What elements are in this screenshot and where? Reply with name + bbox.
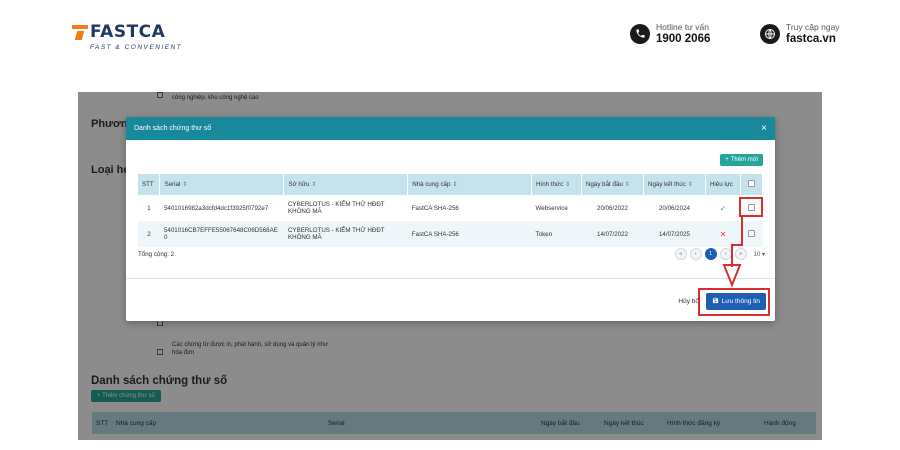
sort-icon: ⇕ — [687, 182, 693, 188]
col-end[interactable]: Ngày kết thúc ⇕ — [643, 174, 706, 195]
sort-icon: ⇕ — [452, 182, 458, 188]
chevron-down-icon: ▾ — [761, 251, 765, 258]
hotline-contact: Hotline tư vấn 1900 2066 — [630, 22, 710, 45]
prev-page-button[interactable]: ‹ — [689, 248, 702, 260]
col-owner[interactable]: Sở hữu ⇕ — [283, 174, 409, 195]
close-icon[interactable]: × — [761, 123, 767, 134]
certificate-table: STT Serial ⇕ Sở hữu ⇕ Nhà cung cấp ⇕ Hình t… — [138, 174, 764, 247]
col-provider[interactable]: Nhà cung cấp ⇕ — [407, 174, 533, 195]
table-row[interactable]: 1 5401016982a3dcfd4dc1f3925f0792e7 CYBER… — [138, 195, 763, 221]
modal-footer-divider — [126, 278, 775, 279]
cell-start: 20/06/2022 — [597, 204, 628, 212]
logo-text: FASTCA — [90, 22, 166, 42]
total-count: Tổng cộng: 2 — [138, 251, 175, 258]
sort-icon: ⇕ — [624, 182, 630, 188]
highlight-checkbox-box — [739, 197, 763, 217]
globe-icon — [760, 23, 780, 44]
cell-form: Webservice — [535, 204, 568, 212]
cell-end: 14/07/2025 — [643, 221, 706, 247]
website-label: Truy cập ngay — [786, 22, 840, 32]
cell-owner: CYBERLOTUS - KIỂM THỬ HĐĐT KHÔNG MÃ — [287, 201, 385, 215]
add-new-label: Thêm mới — [730, 157, 758, 163]
sort-icon: ⇕ — [182, 182, 188, 188]
col-start[interactable]: Ngày bắt đầu ⇕ — [581, 174, 644, 195]
website-contact: Truy cập ngay fastca.vn — [760, 22, 840, 45]
cell-serial: 5401016982a3dcfd4dc1f3925f0792e7 — [163, 204, 269, 212]
phone-icon — [630, 23, 650, 44]
table-header-row: STT Serial ⇕ Sở hữu ⇕ Nhà cung cấp ⇕ Hình t… — [138, 174, 764, 195]
select-all-checkbox[interactable] — [747, 180, 755, 187]
cell-end: 20/06/2024 — [658, 204, 690, 212]
cell-serial: 5401016CB7EFFE55067648C06D568AE 0 — [159, 221, 284, 247]
col-serial[interactable]: Serial ⇕ — [159, 174, 285, 195]
certificate-list-modal: Danh sách chứng thư số × + Thêm mới STT … — [126, 117, 775, 321]
cell-owner: CYBERLOTUS - KIỂM THỬ HĐĐT KHÔNG MÃ — [283, 221, 408, 247]
logo-wordmark: FASTCA — [72, 22, 182, 42]
plus-icon: + — [725, 157, 729, 163]
cell-form: Token — [531, 221, 582, 247]
modal-header: Danh sách chứng thư số × — [126, 117, 775, 140]
sort-icon: ⇕ — [565, 182, 571, 188]
check-icon: ✓ — [719, 203, 727, 213]
page-1-button[interactable]: 1 — [704, 248, 717, 260]
col-form[interactable]: Hình thức ⇕ — [531, 174, 583, 195]
col-stt: STT — [138, 174, 161, 195]
add-new-button[interactable]: + Thêm mới — [720, 154, 763, 166]
first-page-button[interactable]: « — [674, 248, 687, 260]
hotline-label: Hotline tư vấn — [656, 22, 709, 32]
highlight-save-box — [698, 288, 770, 316]
cell-stt: 1 — [147, 204, 151, 212]
col-valid: Hiệu lực — [705, 174, 741, 195]
cancel-button[interactable]: Hủy bỏ — [678, 298, 699, 305]
fastca-logo: FASTCA FAST & CONVENIENT — [72, 22, 182, 51]
sort-icon: ⇕ — [311, 182, 317, 188]
cell-provider: FastCA SHA-256 — [407, 221, 532, 247]
website-link[interactable]: fastca.vn — [786, 33, 840, 45]
table-row[interactable]: 2 5401016CB7EFFE55067648C06D568AE 0 CYBER… — [138, 221, 763, 247]
cell-start: 14/07/2022 — [581, 221, 644, 247]
hotline-number[interactable]: 1900 2066 — [656, 33, 710, 45]
logo-tagline: FAST & CONVENIENT — [90, 44, 183, 51]
cell-provider: FastCA SHA-256 — [411, 204, 459, 212]
col-select-all[interactable] — [740, 174, 764, 195]
cell-stt: 2 — [138, 221, 160, 247]
logo-mark-icon — [72, 24, 88, 40]
modal-title: Danh sách chứng thư số — [134, 125, 212, 132]
annotation-arrow-icon — [722, 217, 745, 288]
